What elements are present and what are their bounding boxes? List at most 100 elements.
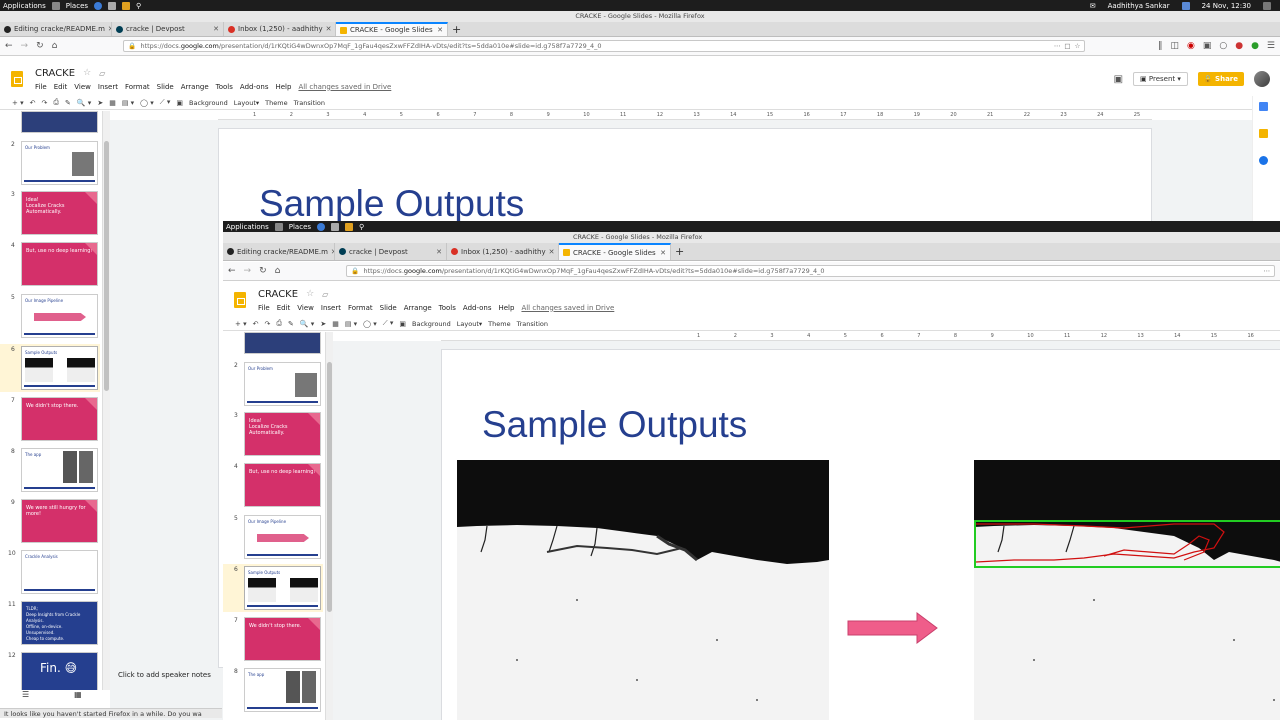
menu-help[interactable]: Help <box>275 83 291 91</box>
files-icon[interactable] <box>108 1 117 10</box>
menu-arrange[interactable]: Arrange <box>181 83 209 91</box>
redo-icon[interactable]: ↷ <box>264 320 270 328</box>
forward-icon[interactable]: → <box>244 266 252 276</box>
move-folder-icon[interactable]: ▱ <box>322 290 328 299</box>
undo-icon[interactable]: ↶ <box>30 99 36 107</box>
close-icon[interactable]: ✕ <box>549 248 555 256</box>
addon-icon-5[interactable]: ● <box>1251 41 1259 51</box>
slide-thumb-4[interactable]: But, use no deep learning! <box>244 463 321 507</box>
scrollbar-thumb[interactable] <box>327 362 332 612</box>
new-tab-button[interactable]: + <box>671 243 691 260</box>
menu-insert[interactable]: Insert <box>98 83 118 91</box>
close-icon[interactable]: ✕ <box>213 25 219 33</box>
paint-format-icon[interactable]: ✎ <box>288 320 294 328</box>
shape-icon[interactable]: ◯ ▾ <box>140 99 154 107</box>
close-icon[interactable]: ✕ <box>326 25 332 33</box>
slides-logo-icon[interactable] <box>11 71 23 87</box>
pocket-icon[interactable]: □ <box>1064 42 1070 50</box>
firefox-icon[interactable] <box>317 222 326 231</box>
paint-format-icon[interactable]: ✎ <box>65 99 71 107</box>
new-slide-icon[interactable]: + ▾ <box>235 320 247 328</box>
addon-icon-2[interactable]: ▣ <box>1203 41 1212 51</box>
back-icon[interactable]: ← <box>228 266 236 276</box>
menu-icon[interactable]: ☰ <box>1267 41 1275 51</box>
back-icon[interactable]: ← <box>5 41 13 51</box>
menu-addons[interactable]: Add-ons <box>463 304 492 312</box>
home-icon[interactable]: ⌂ <box>275 266 281 276</box>
share-button[interactable]: 🔒 Share <box>1197 72 1244 86</box>
tab-gmail[interactable]: Inbox (1,250) - aadhithy ✕ <box>447 243 559 260</box>
slide-thumb-7[interactable]: We didn't stop there. <box>244 617 321 661</box>
slide-thumb-3[interactable]: Idea! Localize Cracks Automatically. <box>21 191 98 235</box>
slide-title[interactable]: Sample Outputs <box>259 183 524 225</box>
slide-thumb-11[interactable]: TLDR; Deep Insights from Crackle Analysi… <box>21 601 98 645</box>
filmstrip-scrollbar[interactable] <box>102 111 110 691</box>
redo-icon[interactable]: ↷ <box>41 99 47 107</box>
slide-thumb-6[interactable]: Sample Outputs <box>19 344 100 392</box>
home-icon[interactable]: ⌂ <box>52 41 58 51</box>
menu-tools[interactable]: Tools <box>439 304 456 312</box>
image-icon[interactable]: ▤ ▾ <box>122 99 134 107</box>
print-icon[interactable]: ⎙ <box>53 98 59 107</box>
background-button[interactable]: Background <box>412 320 451 328</box>
page-actions-icon[interactable]: ⋯ <box>1054 42 1061 50</box>
addon-icon-4[interactable]: ● <box>1235 41 1243 51</box>
slide-thumb-8[interactable]: The app <box>244 668 321 712</box>
tab-devpost[interactable]: cracke | Devpost ✕ <box>335 243 447 260</box>
line-icon[interactable]: ⟋ ▾ <box>383 319 394 328</box>
close-icon[interactable]: ✕ <box>436 248 442 256</box>
launcher-icon[interactable] <box>122 1 131 10</box>
forward-icon[interactable]: → <box>21 41 29 51</box>
url-bar[interactable]: 🔒 https://docs.google.com/presentation/d… <box>346 265 1275 277</box>
save-status[interactable]: All changes saved in Drive <box>521 304 614 312</box>
tab-github[interactable]: Editing cracke/README.m✕ <box>223 243 335 260</box>
tasks-icon[interactable] <box>1259 156 1268 165</box>
apps-menu[interactable]: Applications <box>226 223 269 231</box>
move-folder-icon[interactable]: ▱ <box>99 69 105 78</box>
scrollbar-thumb[interactable] <box>104 141 109 391</box>
slide-canvas[interactable]: Sample Outputs <box>441 349 1280 720</box>
new-slide-icon[interactable]: + ▾ <box>12 99 24 107</box>
slide-thumb-8[interactable]: The app <box>21 448 98 492</box>
slide-thumb-5[interactable]: Our Image Pipeline <box>244 515 321 559</box>
grid-view-icon[interactable]: ▦ <box>74 690 82 704</box>
slide-thumb-12[interactable]: Fin. 😅 <box>21 652 98 691</box>
slide-thumb-10[interactable]: Crackle Analysis <box>21 550 98 594</box>
firefox-icon[interactable] <box>94 1 103 10</box>
bookmark-star-icon[interactable]: ☆ <box>1075 42 1081 50</box>
mail-icon[interactable]: ✉ <box>1090 2 1096 10</box>
textbox-icon[interactable]: ▦ <box>109 99 116 107</box>
notification-bar[interactable]: It looks like you haven't started Firefo… <box>0 708 222 718</box>
crack-output-image[interactable] <box>974 460 1280 720</box>
slides-logo-icon[interactable] <box>234 292 246 308</box>
select-icon[interactable]: ➤ <box>320 320 326 328</box>
slide-title[interactable]: Sample Outputs <box>482 404 747 446</box>
folder-icon[interactable] <box>274 222 283 231</box>
menu-tools[interactable]: Tools <box>216 83 233 91</box>
menu-slide[interactable]: Slide <box>157 83 174 91</box>
tab-devpost[interactable]: cracke | Devpost ✕ <box>112 22 224 36</box>
new-tab-button[interactable]: + <box>448 22 468 36</box>
zoom-icon[interactable]: 🔍 ▾ <box>77 99 91 107</box>
menu-edit[interactable]: Edit <box>54 83 68 91</box>
slide-thumb-7[interactable]: We didn't stop there. <box>21 397 98 441</box>
tab-gmail[interactable]: Inbox (1,250) - aadhithy ✕ <box>224 22 336 36</box>
addon-icon-1[interactable]: ◉ <box>1187 41 1195 51</box>
filmstrip-scrollbar[interactable] <box>325 332 333 720</box>
library-icon[interactable]: ‖ <box>1158 41 1163 51</box>
user-name[interactable]: Aadhithya Sankar <box>1108 2 1170 10</box>
power-icon[interactable] <box>1263 1 1271 10</box>
menu-view[interactable]: View <box>297 304 314 312</box>
menu-arrange[interactable]: Arrange <box>404 304 432 312</box>
page-actions-icon[interactable]: ⋯ <box>1264 267 1271 275</box>
line-icon[interactable]: ⟋ ▾ <box>160 98 171 107</box>
network-icon[interactable] <box>1181 1 1190 10</box>
image-icon[interactable]: ▤ ▾ <box>345 320 357 328</box>
menu-file[interactable]: File <box>258 304 270 312</box>
background-button[interactable]: Background <box>189 99 228 107</box>
list-view-icon[interactable]: ☰ <box>22 690 29 704</box>
slide-thumb-1[interactable] <box>244 332 321 354</box>
star-icon[interactable]: ☆ <box>83 68 91 78</box>
slide-thumb-4[interactable]: But, use no deep learning! <box>21 242 98 286</box>
comment-add-icon[interactable]: ▣ <box>176 99 183 107</box>
